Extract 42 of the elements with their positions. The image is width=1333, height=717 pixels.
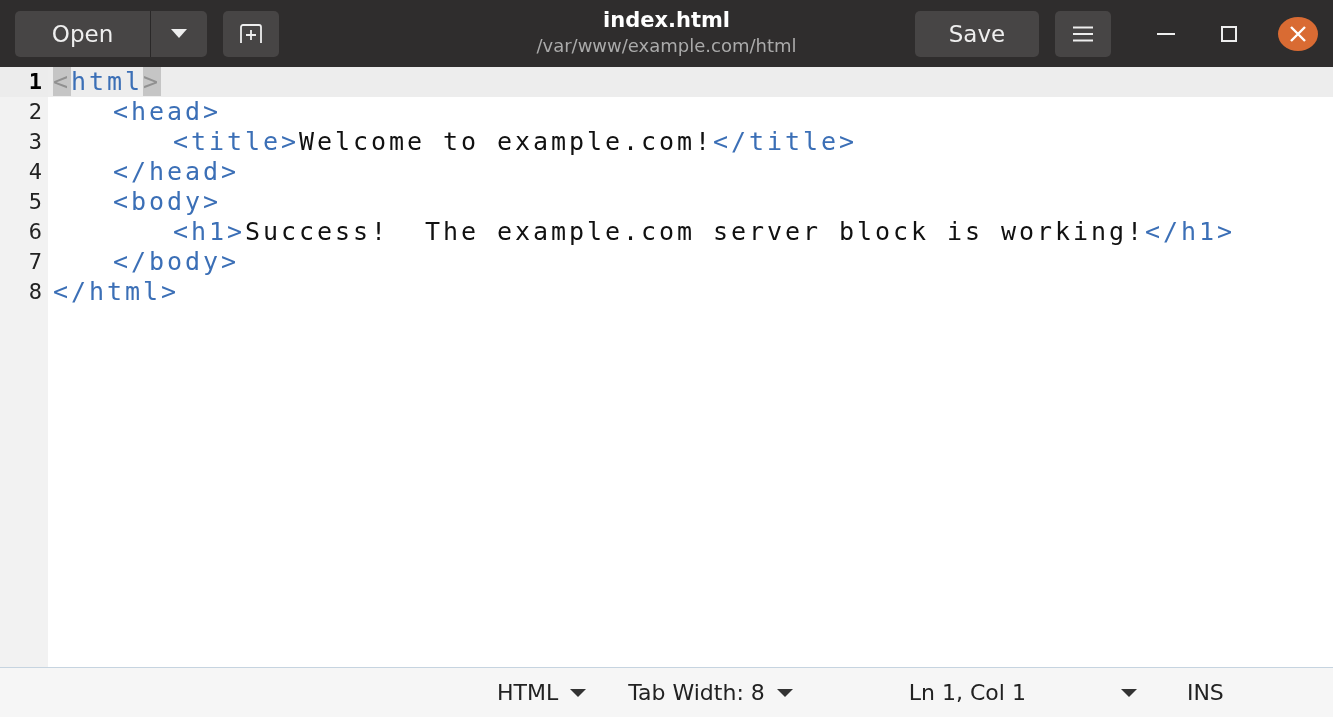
code-tag: html: [71, 67, 144, 96]
code-tag: <title>: [173, 127, 299, 156]
line-number: 8: [27, 278, 43, 306]
dropdown-button[interactable]: [151, 10, 207, 57]
language-selector[interactable]: HTML: [497, 680, 587, 705]
maximize-icon[interactable]: [1221, 25, 1237, 42]
cursor-position-selector[interactable]: Ln 1, Col 1: [908, 680, 1137, 705]
window-title: index.html: [603, 7, 730, 34]
close-icon[interactable]: [1278, 16, 1318, 51]
line-number: 5: [27, 188, 43, 216]
code-tag: </body>: [113, 247, 239, 276]
caret-icon: [776, 688, 793, 697]
tab-width-selector[interactable]: Tab Width: 8: [628, 680, 793, 705]
code-tag: </h1>: [1145, 217, 1236, 246]
minimize-icon[interactable]: [1157, 31, 1175, 36]
code-text: Welcome to example.com!: [299, 127, 714, 156]
code-text: Success! The example.com server block is working!: [245, 217, 1146, 246]
code-tag: </html>: [53, 277, 179, 306]
line-number: 4: [27, 158, 43, 186]
code-tag: </head>: [113, 157, 239, 186]
menu-button[interactable]: [1055, 10, 1111, 57]
file-path: /var/www/example.com/html: [536, 34, 797, 58]
line-number: 6: [27, 218, 43, 246]
new-document-button[interactable]: [223, 10, 279, 57]
line-number: 1: [0, 67, 48, 97]
caret-icon: [171, 29, 187, 38]
line-number: 3: [27, 128, 43, 156]
new-tab-icon: [239, 23, 263, 44]
code-tag: <body>: [113, 187, 221, 216]
save-button[interactable]: Save: [915, 10, 1039, 57]
matched-bracket: >: [143, 67, 162, 96]
code-tag: </title>: [713, 127, 858, 156]
open-button[interactable]: Open: [15, 10, 151, 57]
code-tag: <head>: [113, 97, 221, 126]
caret-icon: [1120, 688, 1137, 697]
line-number: 2: [27, 98, 43, 126]
menu-icon: [1073, 25, 1093, 42]
matched-bracket: <: [53, 67, 71, 96]
caret-icon: [570, 688, 587, 697]
insert-mode-indicator: INS: [1186, 680, 1224, 705]
code-tag: <h1>: [173, 217, 245, 246]
line-number: 7: [27, 248, 43, 276]
